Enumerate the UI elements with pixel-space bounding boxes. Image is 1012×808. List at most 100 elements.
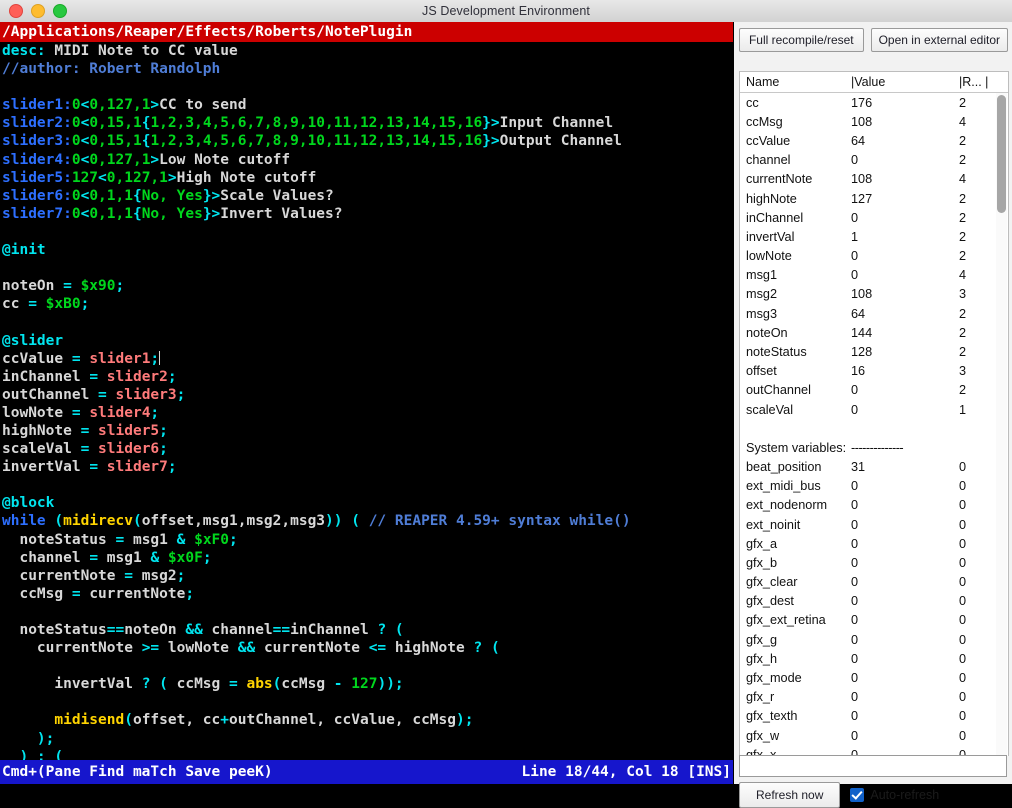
variable-value: 176 bbox=[851, 96, 959, 110]
variable-refs: 0 bbox=[959, 594, 1001, 608]
variable-refs: 2 bbox=[959, 230, 1001, 244]
auto-refresh-toggle[interactable]: Auto-refresh bbox=[850, 788, 939, 802]
table-row[interactable]: cc1762 bbox=[740, 93, 1008, 112]
table-row[interactable]: gfx_a00 bbox=[740, 534, 1008, 553]
column-header-name[interactable]: Name bbox=[740, 75, 851, 89]
code-token: @block bbox=[2, 495, 54, 511]
variable-value: 0 bbox=[851, 594, 959, 608]
variable-refs: 1 bbox=[959, 403, 1001, 417]
table-row[interactable]: gfx_ext_retina00 bbox=[740, 611, 1008, 630]
table-row[interactable]: gfx_w00 bbox=[740, 726, 1008, 745]
variable-name: msg1 bbox=[740, 268, 851, 282]
code-token: = bbox=[81, 441, 98, 457]
variable-name: gfx_h bbox=[740, 652, 851, 666]
table-row[interactable]: msg21083 bbox=[740, 285, 1008, 304]
table-row[interactable]: msg104 bbox=[740, 266, 1008, 285]
table-row[interactable]: gfx_r00 bbox=[740, 688, 1008, 707]
table-row[interactable]: beat_position310 bbox=[740, 457, 1008, 476]
code-token: < bbox=[98, 170, 107, 186]
table-row[interactable]: gfx_b00 bbox=[740, 553, 1008, 572]
code-token: ; bbox=[116, 278, 125, 294]
table-separator bbox=[740, 419, 1008, 438]
open-in-external-editor-button[interactable]: Open in external editor bbox=[871, 28, 1008, 52]
code-line: cc = $xB0; bbox=[2, 295, 733, 313]
table-row[interactable]: highNote1272 bbox=[740, 189, 1008, 208]
table-row[interactable]: inChannel02 bbox=[740, 208, 1008, 227]
table-row[interactable]: ext_noinit00 bbox=[740, 515, 1008, 534]
variable-refs: 2 bbox=[959, 211, 1001, 225]
table-row[interactable]: gfx_texth00 bbox=[740, 707, 1008, 726]
table-row[interactable]: lowNote02 bbox=[740, 247, 1008, 266]
table-row[interactable]: offset163 bbox=[740, 362, 1008, 381]
filter-input[interactable] bbox=[739, 755, 1007, 777]
variable-name: gfx_clear bbox=[740, 575, 851, 589]
table-row[interactable]: ccMsg1084 bbox=[740, 112, 1008, 131]
code-token: - bbox=[334, 676, 351, 692]
code-token: { bbox=[133, 206, 142, 222]
code-token: ; bbox=[177, 387, 186, 403]
variable-refs: 0 bbox=[959, 460, 1001, 474]
table-row[interactable]: ccValue642 bbox=[740, 131, 1008, 150]
table-row[interactable]: outChannel02 bbox=[740, 381, 1008, 400]
table-row[interactable]: gfx_clear00 bbox=[740, 573, 1008, 592]
variable-name: msg3 bbox=[740, 307, 851, 321]
variable-name: msg2 bbox=[740, 287, 851, 301]
window-title: JS Development Environment bbox=[0, 4, 1012, 18]
variable-value: 127 bbox=[851, 192, 959, 206]
code-token: = bbox=[72, 351, 89, 367]
table-row[interactable]: currentNote1084 bbox=[740, 170, 1008, 189]
column-header-refs[interactable]: |R... | bbox=[959, 75, 1007, 89]
code-token: 1,2,3,4,5,6,7,8,9,10,11,12,13,14,15,16 bbox=[150, 133, 482, 149]
variables-scrollbar-thumb[interactable] bbox=[997, 95, 1006, 213]
code-token: 0,127,1 bbox=[89, 97, 150, 113]
code-token: slider7: bbox=[2, 206, 72, 222]
code-line: while (midirecv(offset,msg1,msg2,msg3)) … bbox=[2, 512, 733, 530]
table-row[interactable]: noteOn1442 bbox=[740, 323, 1008, 342]
variable-refs: 3 bbox=[959, 364, 1001, 378]
code-token: scaleVal bbox=[2, 441, 81, 457]
code-token: desc: bbox=[2, 43, 46, 59]
code-token: channel bbox=[212, 622, 273, 638]
table-row[interactable]: ext_nodenorm00 bbox=[740, 496, 1008, 515]
code-token: = bbox=[28, 296, 45, 312]
variable-refs: 2 bbox=[959, 249, 1001, 263]
table-row[interactable]: gfx_h00 bbox=[740, 649, 1008, 668]
code-token: 0,15,1 bbox=[89, 133, 141, 149]
variable-name: gfx_ext_retina bbox=[740, 613, 851, 627]
table-row[interactable]: invertVal12 bbox=[740, 227, 1008, 246]
code-token: currentNote bbox=[2, 568, 124, 584]
table-row[interactable]: msg3642 bbox=[740, 304, 1008, 323]
code-editor-pane[interactable]: /Applications/Reaper/Effects/Roberts/Not… bbox=[0, 22, 733, 784]
full-recompile-reset-button[interactable]: Full recompile/reset bbox=[739, 28, 864, 52]
variable-value: 128 bbox=[851, 345, 959, 359]
code-token: > bbox=[150, 152, 159, 168]
table-row[interactable]: noteStatus1282 bbox=[740, 342, 1008, 361]
code-token: 127 bbox=[351, 676, 377, 692]
code-token: ; bbox=[168, 459, 177, 475]
refresh-now-button[interactable]: Refresh now bbox=[739, 782, 840, 808]
table-row[interactable]: gfx_dest00 bbox=[740, 592, 1008, 611]
table-row[interactable]: ext_midi_bus00 bbox=[740, 477, 1008, 496]
variable-value: 0 bbox=[851, 249, 959, 263]
table-row[interactable]: scaleVal01 bbox=[740, 400, 1008, 419]
code-text-area[interactable]: desc: MIDI Note to CC value//author: Rob… bbox=[0, 42, 733, 784]
code-line: invertVal ? ( ccMsg = abs(ccMsg - 127)); bbox=[2, 675, 733, 693]
variable-value: 0 bbox=[851, 153, 959, 167]
variable-value: 64 bbox=[851, 307, 959, 321]
variables-scrollbar[interactable] bbox=[996, 93, 1007, 755]
code-token: )) ( bbox=[325, 513, 369, 529]
code-token: slider6: bbox=[2, 188, 72, 204]
code-token: slider1 bbox=[89, 351, 150, 367]
variables-table[interactable]: Name |Value |R... | cc1762ccMsg1084ccVal… bbox=[739, 71, 1009, 756]
variable-value: 144 bbox=[851, 326, 959, 340]
code-line: currentNote = msg2; bbox=[2, 567, 733, 585]
code-token: outChannel bbox=[2, 387, 98, 403]
variable-refs: 0 bbox=[959, 613, 1001, 627]
code-line bbox=[2, 693, 733, 711]
column-header-value[interactable]: |Value bbox=[851, 75, 959, 89]
checkmark-icon[interactable] bbox=[850, 788, 864, 802]
table-row[interactable]: gfx_g00 bbox=[740, 630, 1008, 649]
table-row[interactable]: gfx_mode00 bbox=[740, 668, 1008, 687]
table-row[interactable]: channel02 bbox=[740, 151, 1008, 170]
code-token: slider3: bbox=[2, 133, 72, 149]
